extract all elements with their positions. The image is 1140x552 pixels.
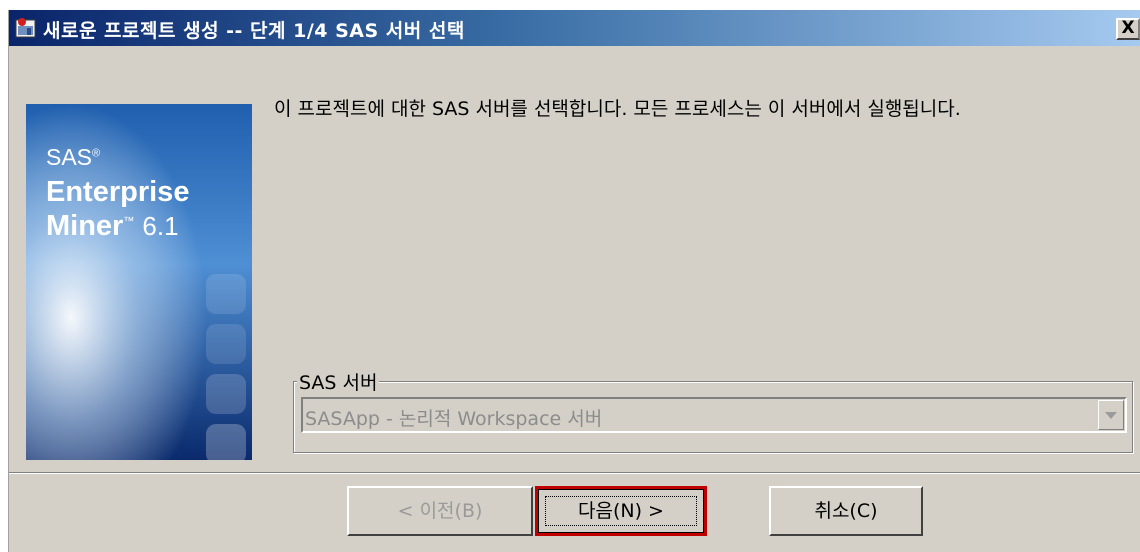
brand-enterprise: Enterprise [46,176,190,208]
sas-server-select[interactable]: SASApp - 논리적 Workspace 서버 [301,397,1127,433]
brand-miner: Miner™ 6.1 [46,210,179,242]
window-title: 새로운 프로젝트 생성 -- 단계 1/4 SAS 서버 선택 [43,20,465,42]
cancel-button[interactable]: 취소(C) [769,486,923,536]
sas-server-group-label: SAS 서버 [297,368,380,395]
chevron-down-icon [1105,412,1117,419]
step-description: 이 프로젝트에 대한 SAS 서버를 선택합니다. 모든 프로세스는 이 서버에… [274,98,961,120]
app-icon [15,17,37,39]
product-banner: SAS® Enterprise Miner™ 6.1 [26,104,252,460]
back-button-label: < 이전(B) [397,500,483,522]
dropdown-button[interactable] [1098,400,1124,430]
next-button[interactable]: 다음(N) > [535,486,707,536]
title-bar: 새로운 프로젝트 생성 -- 단계 1/4 SAS 서버 선택 X [9,10,1140,46]
close-icon: X [1121,18,1135,38]
close-button[interactable]: X [1116,18,1140,40]
new-project-dialog: 새로운 프로젝트 생성 -- 단계 1/4 SAS 서버 선택 X SAS® E… [8,10,1140,552]
separator [9,472,1140,474]
sas-server-value: SASApp - 논리적 Workspace 서버 [305,408,603,430]
cancel-button-label: 취소(C) [814,500,878,522]
back-button[interactable]: < 이전(B) [347,486,533,536]
next-button-label: 다음(N) > [578,500,664,522]
brand-sas: SAS® [46,144,101,170]
